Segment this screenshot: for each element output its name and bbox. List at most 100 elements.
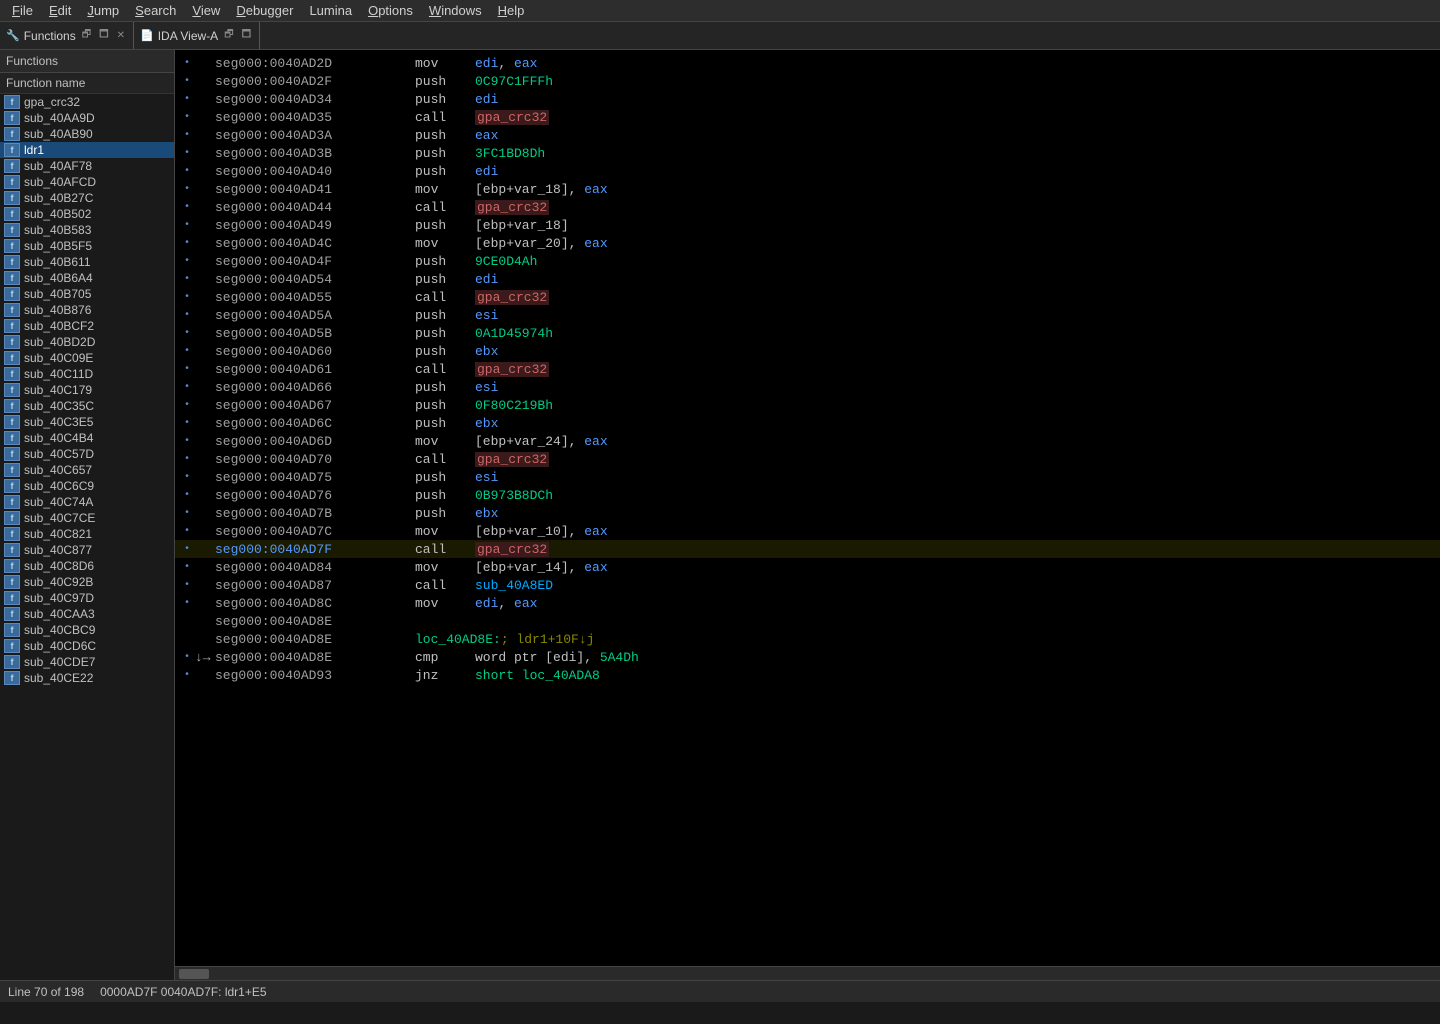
asm-row[interactable]: •seg000:0040AD76 push0B973B8DCh (175, 486, 1440, 504)
function-item[interactable]: fsub_40C3E5 (0, 414, 174, 430)
function-item[interactable]: fsub_40C821 (0, 526, 174, 542)
menu-help[interactable]: Help (490, 2, 533, 19)
function-item[interactable]: fsub_40CBC9 (0, 622, 174, 638)
function-item[interactable]: fsub_40C657 (0, 462, 174, 478)
function-item[interactable]: fsub_40C877 (0, 542, 174, 558)
function-item[interactable]: fgpa_crc32 (0, 94, 174, 110)
asm-row[interactable]: •seg000:0040AD93 jnzshort loc_40ADA8 (175, 666, 1440, 684)
function-item[interactable]: fsub_40AF78 (0, 158, 174, 174)
asm-row[interactable]: •seg000:0040AD60 pushebx (175, 342, 1440, 360)
function-item[interactable]: fsub_40B502 (0, 206, 174, 222)
ida-view-tab-maximize[interactable]: 🗖 (240, 27, 254, 44)
function-item[interactable]: fsub_40CDE7 (0, 654, 174, 670)
asm-row[interactable]: •seg000:0040AD75 pushesi (175, 468, 1440, 486)
ida-content[interactable]: •seg000:0040AD2D movedi, eax•seg000:0040… (175, 50, 1440, 966)
menu-view[interactable]: View (184, 2, 228, 19)
asm-row[interactable]: •seg000:0040AD8C movedi, eax (175, 594, 1440, 612)
asm-operands: eax (475, 128, 1436, 143)
asm-row[interactable]: •seg000:0040AD34 pushedi (175, 90, 1440, 108)
function-item[interactable]: fsub_40BCF2 (0, 318, 174, 334)
function-item[interactable]: fsub_40AFCD (0, 174, 174, 190)
functions-tab-maximize[interactable]: 🗖 (97, 27, 111, 44)
asm-row[interactable]: •seg000:0040AD67 push0F80C219Bh (175, 396, 1440, 414)
asm-row[interactable]: •seg000:0040AD40 pushedi (175, 162, 1440, 180)
asm-address: seg000:0040AD55 (215, 290, 415, 305)
function-item[interactable]: fsub_40CD6C (0, 638, 174, 654)
asm-row[interactable]: •seg000:0040AD6D mov[ebp+var_24], eax (175, 432, 1440, 450)
function-item[interactable]: fsub_40CAA3 (0, 606, 174, 622)
function-item[interactable]: fsub_40CE22 (0, 670, 174, 686)
asm-operand: 0A1D45974h (475, 326, 553, 341)
asm-operand: gpa_crc32 (475, 290, 549, 305)
function-item[interactable]: fsub_40C35C (0, 398, 174, 414)
function-item[interactable]: fsub_40C11D (0, 366, 174, 382)
function-item[interactable]: fsub_40B876 (0, 302, 174, 318)
tab-functions[interactable]: 🔧 Functions 🗗 🗖 ✕ (0, 22, 134, 49)
function-item[interactable]: fsub_40B5F5 (0, 238, 174, 254)
menu-debugger[interactable]: Debugger (228, 2, 301, 19)
function-item[interactable]: fsub_40AB90 (0, 126, 174, 142)
function-item[interactable]: fsub_40C179 (0, 382, 174, 398)
function-item[interactable]: fsub_40C4B4 (0, 430, 174, 446)
function-item[interactable]: fsub_40AA9D (0, 110, 174, 126)
function-item[interactable]: fsub_40B705 (0, 286, 174, 302)
function-item[interactable]: fsub_40C74A (0, 494, 174, 510)
function-item[interactable]: fsub_40B583 (0, 222, 174, 238)
asm-row[interactable]: •seg000:0040AD54 pushedi (175, 270, 1440, 288)
function-item[interactable]: fsub_40B27C (0, 190, 174, 206)
function-item[interactable]: fsub_40C6C9 (0, 478, 174, 494)
asm-row[interactable]: •seg000:0040AD3B push3FC1BD8Dh (175, 144, 1440, 162)
function-item[interactable]: fsub_40B6A4 (0, 270, 174, 286)
horizontal-scrollbar[interactable] (175, 966, 1440, 980)
asm-row[interactable]: •seg000:0040AD87 callsub_40A8ED (175, 576, 1440, 594)
asm-row[interactable]: •seg000:0040AD5B push0A1D45974h (175, 324, 1440, 342)
asm-row[interactable]: •seg000:0040AD3A pusheax (175, 126, 1440, 144)
asm-row[interactable]: •seg000:0040AD35 callgpa_crc32 (175, 108, 1440, 126)
function-item[interactable]: fsub_40C8D6 (0, 558, 174, 574)
asm-row[interactable]: •seg000:0040AD66 pushesi (175, 378, 1440, 396)
asm-row[interactable]: •seg000:0040AD2F push0C97C1FFFh (175, 72, 1440, 90)
asm-row[interactable]: •seg000:0040AD7C mov[ebp+var_10], eax (175, 522, 1440, 540)
asm-row[interactable]: •seg000:0040AD41 mov[ebp+var_18], eax (175, 180, 1440, 198)
asm-row[interactable]: •seg000:0040AD49 push[ebp+var_18] (175, 216, 1440, 234)
asm-row[interactable]: •seg000:0040AD70 callgpa_crc32 (175, 450, 1440, 468)
function-icon: f (4, 191, 20, 205)
function-item[interactable]: fsub_40C92B (0, 574, 174, 590)
scrollbar-thumb[interactable] (179, 969, 209, 979)
function-item[interactable]: fsub_40C97D (0, 590, 174, 606)
menu-file[interactable]: File (4, 2, 41, 19)
asm-row[interactable]: •seg000:0040AD7F callgpa_crc32 (175, 540, 1440, 558)
menu-search[interactable]: Search (127, 2, 184, 19)
function-item[interactable]: fsub_40C57D (0, 446, 174, 462)
ida-view-tab-restore[interactable]: 🗗 (222, 27, 235, 44)
asm-row[interactable]: •seg000:0040AD55 callgpa_crc32 (175, 288, 1440, 306)
asm-address: seg000:0040AD2D (215, 56, 415, 71)
menu-jump[interactable]: Jump (79, 2, 127, 19)
asm-row[interactable]: seg000:0040AD8E loc_40AD8E: ; ldr1+10F↓j (175, 630, 1440, 648)
asm-operand: edi (475, 92, 498, 107)
asm-row[interactable]: •seg000:0040AD5A pushesi (175, 306, 1440, 324)
asm-row[interactable]: •seg000:0040AD4C mov[ebp+var_20], eax (175, 234, 1440, 252)
asm-row[interactable]: •seg000:0040AD6C pushebx (175, 414, 1440, 432)
asm-row[interactable]: •seg000:0040AD4F push9CE0D4Ah (175, 252, 1440, 270)
asm-row[interactable]: seg000:0040AD8E (175, 612, 1440, 630)
asm-row[interactable]: •seg000:0040AD84 mov[ebp+var_14], eax (175, 558, 1440, 576)
asm-row[interactable]: •seg000:0040AD44 callgpa_crc32 (175, 198, 1440, 216)
asm-row[interactable]: •↓→seg000:0040AD8E cmpword ptr [edi], 5A… (175, 648, 1440, 666)
function-item[interactable]: fsub_40C09E (0, 350, 174, 366)
menu-edit[interactable]: Edit (41, 2, 79, 19)
functions-list[interactable]: fgpa_crc32fsub_40AA9Dfsub_40AB90fldr1fsu… (0, 94, 174, 980)
functions-tab-restore[interactable]: 🗗 (80, 27, 93, 44)
menu-lumina[interactable]: Lumina (301, 2, 360, 19)
asm-row[interactable]: •seg000:0040AD61 callgpa_crc32 (175, 360, 1440, 378)
function-item[interactable]: fsub_40C7CE (0, 510, 174, 526)
function-item[interactable]: fsub_40BD2D (0, 334, 174, 350)
menu-windows[interactable]: Windows (421, 2, 490, 19)
asm-row[interactable]: •seg000:0040AD2D movedi, eax (175, 54, 1440, 72)
asm-row[interactable]: •seg000:0040AD7B pushebx (175, 504, 1440, 522)
function-item[interactable]: fsub_40B611 (0, 254, 174, 270)
functions-tab-close[interactable]: ✕ (115, 30, 127, 41)
menu-options[interactable]: Options (360, 2, 421, 19)
function-item[interactable]: fldr1 (0, 142, 174, 158)
tab-ida-view[interactable]: 📄 IDA View-A 🗗 🗖 (134, 22, 260, 49)
